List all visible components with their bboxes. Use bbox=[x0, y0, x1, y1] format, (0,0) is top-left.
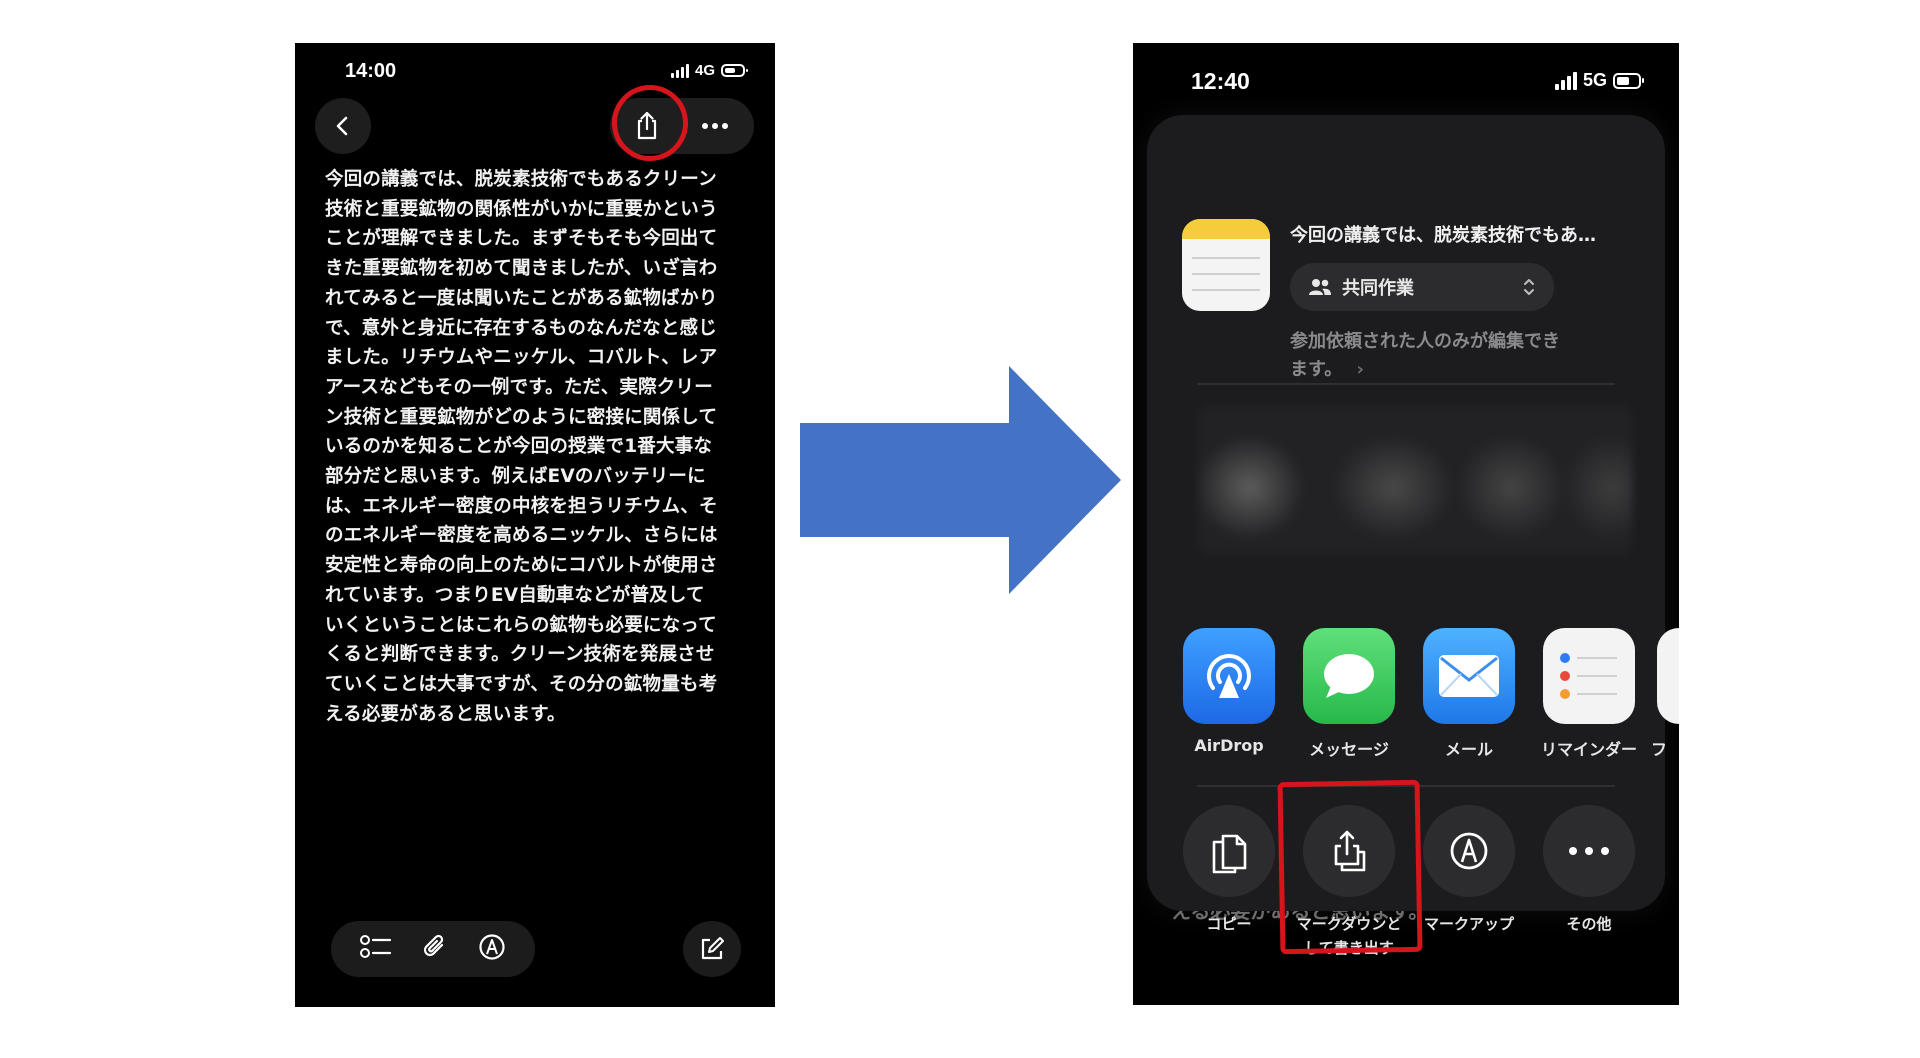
share-sheet: 今回の講義では、脱炭素技術でもあ… 共同作業 参加依頼された人のみが編集でき ま… bbox=[1147, 115, 1679, 957]
airdrop-button[interactable] bbox=[1183, 628, 1275, 724]
bottom-toolbar bbox=[331, 921, 535, 977]
messages-icon bbox=[1324, 654, 1374, 698]
compose-icon bbox=[701, 937, 724, 960]
status-bar: 14:00 4G bbox=[295, 43, 775, 103]
reminders-button[interactable] bbox=[1543, 628, 1635, 724]
checklist-button[interactable] bbox=[360, 934, 392, 964]
next-app-partial[interactable] bbox=[1657, 628, 1679, 724]
action-label-copy: コピー bbox=[1206, 915, 1252, 933]
up-down-chevron-icon bbox=[1524, 279, 1534, 295]
people-icon bbox=[1309, 279, 1331, 295]
messages-button[interactable] bbox=[1303, 628, 1395, 724]
app-label-mail: メール bbox=[1444, 740, 1493, 759]
app-label-messages: メッセージ bbox=[1309, 740, 1389, 759]
collaboration-option: 共同作業 bbox=[1342, 278, 1414, 299]
markup-icon bbox=[479, 934, 505, 960]
right-arrow-shape bbox=[800, 366, 1121, 594]
left-phone-screenshot: 14:00 4G 今回の講義では、脱炭素技術でもあるクリーン 技術と重要鉱物の関… bbox=[295, 43, 775, 1007]
more-icon bbox=[702, 123, 728, 129]
network-type: 5G bbox=[1582, 70, 1607, 90]
markup-button[interactable] bbox=[478, 933, 506, 965]
compose-button[interactable] bbox=[683, 921, 741, 977]
status-indicators: 5G bbox=[1554, 70, 1644, 91]
chevron-right-icon: › bbox=[1356, 359, 1364, 380]
app-label-reminders: リマインダー bbox=[1540, 740, 1637, 759]
checklist-icon bbox=[360, 935, 392, 958]
more-icon bbox=[1569, 847, 1609, 855]
right-phone-screenshot: 12:40 5G える必要があると思います。 今回の講義では、脱炭素技術でもあ…… bbox=[1133, 43, 1679, 1005]
battery-icon bbox=[721, 64, 748, 77]
red-rectangle-annotation bbox=[1277, 779, 1423, 955]
collaboration-description-line1: 参加依頼された人のみが編集でき bbox=[1290, 331, 1560, 352]
app-label-airdrop: AirDrop bbox=[1194, 736, 1264, 755]
copy-icon bbox=[1212, 834, 1247, 874]
back-icon bbox=[336, 116, 348, 136]
battery-icon bbox=[1613, 72, 1644, 89]
markup-icon bbox=[1450, 832, 1488, 870]
app-label-partial: フ bbox=[1651, 740, 1665, 759]
notes-app-icon bbox=[1182, 219, 1270, 311]
signal-icon bbox=[670, 63, 689, 78]
markup-button[interactable] bbox=[1423, 805, 1515, 897]
blurred-contacts-row bbox=[1197, 405, 1633, 555]
more-options-button[interactable] bbox=[1543, 805, 1635, 897]
back-button[interactable] bbox=[315, 98, 371, 154]
divider bbox=[1197, 383, 1615, 385]
airdrop-icon bbox=[1207, 654, 1251, 698]
mail-button[interactable] bbox=[1423, 628, 1515, 724]
copy-button[interactable] bbox=[1183, 805, 1275, 897]
more-button[interactable] bbox=[691, 102, 739, 150]
collaboration-select[interactable]: 共同作業 bbox=[1290, 263, 1554, 311]
mail-icon bbox=[1439, 655, 1499, 697]
network-type: 4G bbox=[694, 62, 715, 79]
status-indicators: 4G bbox=[670, 62, 748, 79]
attachment-icon bbox=[423, 934, 444, 957]
collaboration-description[interactable]: 参加依頼された人のみが編集でき ます。 › bbox=[1290, 328, 1610, 384]
status-bar: 12:40 5G bbox=[1133, 43, 1679, 103]
note-body-text[interactable]: 今回の講義では、脱炭素技術でもあるクリーン 技術と重要鉱物の関係性がいかに重要か… bbox=[325, 165, 765, 729]
collaboration-description-line2: ます。 bbox=[1290, 359, 1343, 380]
attachment-button[interactable] bbox=[422, 933, 448, 965]
signal-icon bbox=[1554, 71, 1577, 90]
action-label-markup: マークアップ bbox=[1423, 915, 1514, 933]
action-label-more: その他 bbox=[1566, 915, 1612, 933]
reminders-icon bbox=[1560, 653, 1617, 699]
status-time: 14:00 bbox=[345, 60, 397, 82]
share-title: 今回の講義では、脱炭素技術でもあ… bbox=[1290, 225, 1596, 246]
status-time: 12:40 bbox=[1191, 68, 1250, 94]
